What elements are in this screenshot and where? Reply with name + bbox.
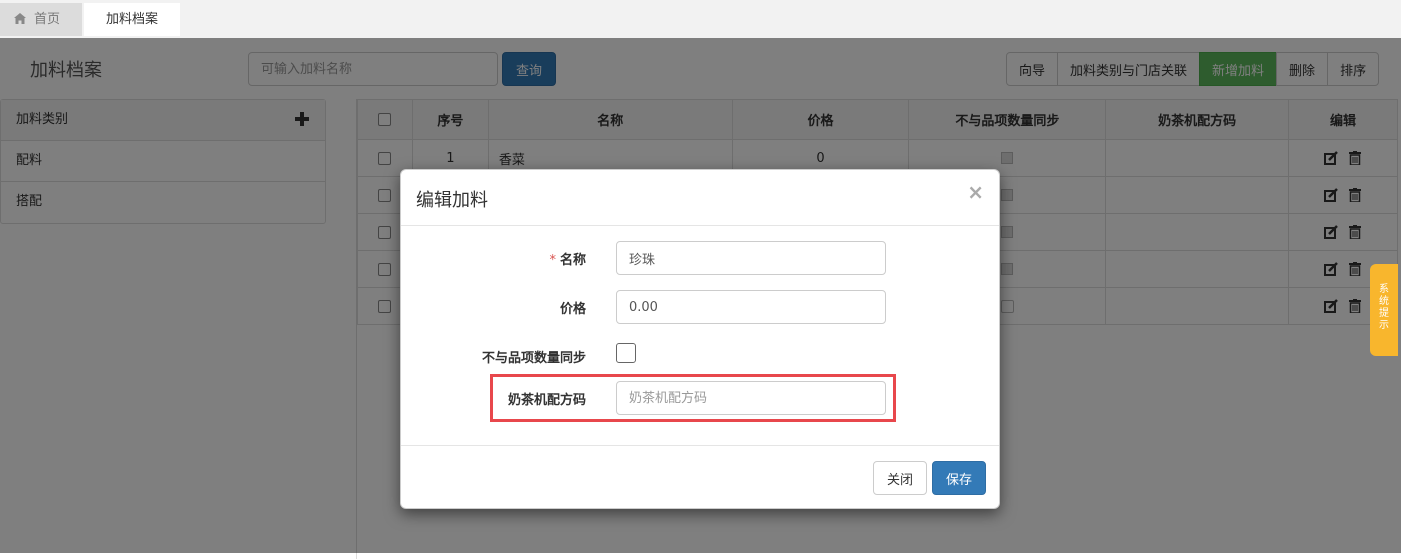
system-tip-tab[interactable]: 系 统 提 示	[1370, 264, 1398, 356]
name-input[interactable]	[616, 241, 886, 275]
tab-bar: 首页 加料档案	[0, 0, 1401, 38]
tab-addon-archive[interactable]: 加料档案	[84, 3, 180, 36]
modal-header: 编辑加料 ×	[401, 170, 999, 226]
save-button[interactable]: 保存	[932, 461, 986, 495]
name-row: * 名称	[401, 241, 1001, 275]
sync-label: 不与品项数量同步	[481, 351, 586, 366]
system-tip-char: 提	[1379, 308, 1389, 319]
modal-title: 编辑加料	[416, 190, 488, 211]
recipe-code-input[interactable]	[616, 381, 886, 415]
home-icon	[14, 13, 26, 24]
price-label: 价格	[559, 302, 586, 317]
system-tip-char: 统	[1379, 296, 1389, 307]
recipe-code-row: 奶茶机配方码	[401, 381, 1001, 415]
system-tip-char: 示	[1379, 320, 1389, 331]
name-label: * 名称	[549, 253, 586, 268]
system-tip-char: 系	[1379, 284, 1389, 295]
price-row: 价格	[401, 290, 1001, 324]
tab-home[interactable]: 首页	[0, 3, 82, 36]
close-icon[interactable]: ×	[967, 180, 984, 204]
modal-footer: 关闭 保存	[401, 445, 999, 509]
edit-addon-dialog: 编辑加料 × *名称 价格 不与品项数量同步 奶茶机配方码 关闭 保存	[400, 169, 1000, 509]
required-mark: *	[549, 253, 556, 268]
sync-checkbox[interactable]	[616, 343, 636, 363]
sync-row: 不与品项数量同步	[401, 339, 1001, 373]
price-input[interactable]	[616, 290, 886, 324]
tab-home-label: 首页	[34, 12, 61, 27]
close-button[interactable]: 关闭	[873, 461, 927, 495]
recipe-code-label: 奶茶机配方码	[507, 393, 586, 408]
